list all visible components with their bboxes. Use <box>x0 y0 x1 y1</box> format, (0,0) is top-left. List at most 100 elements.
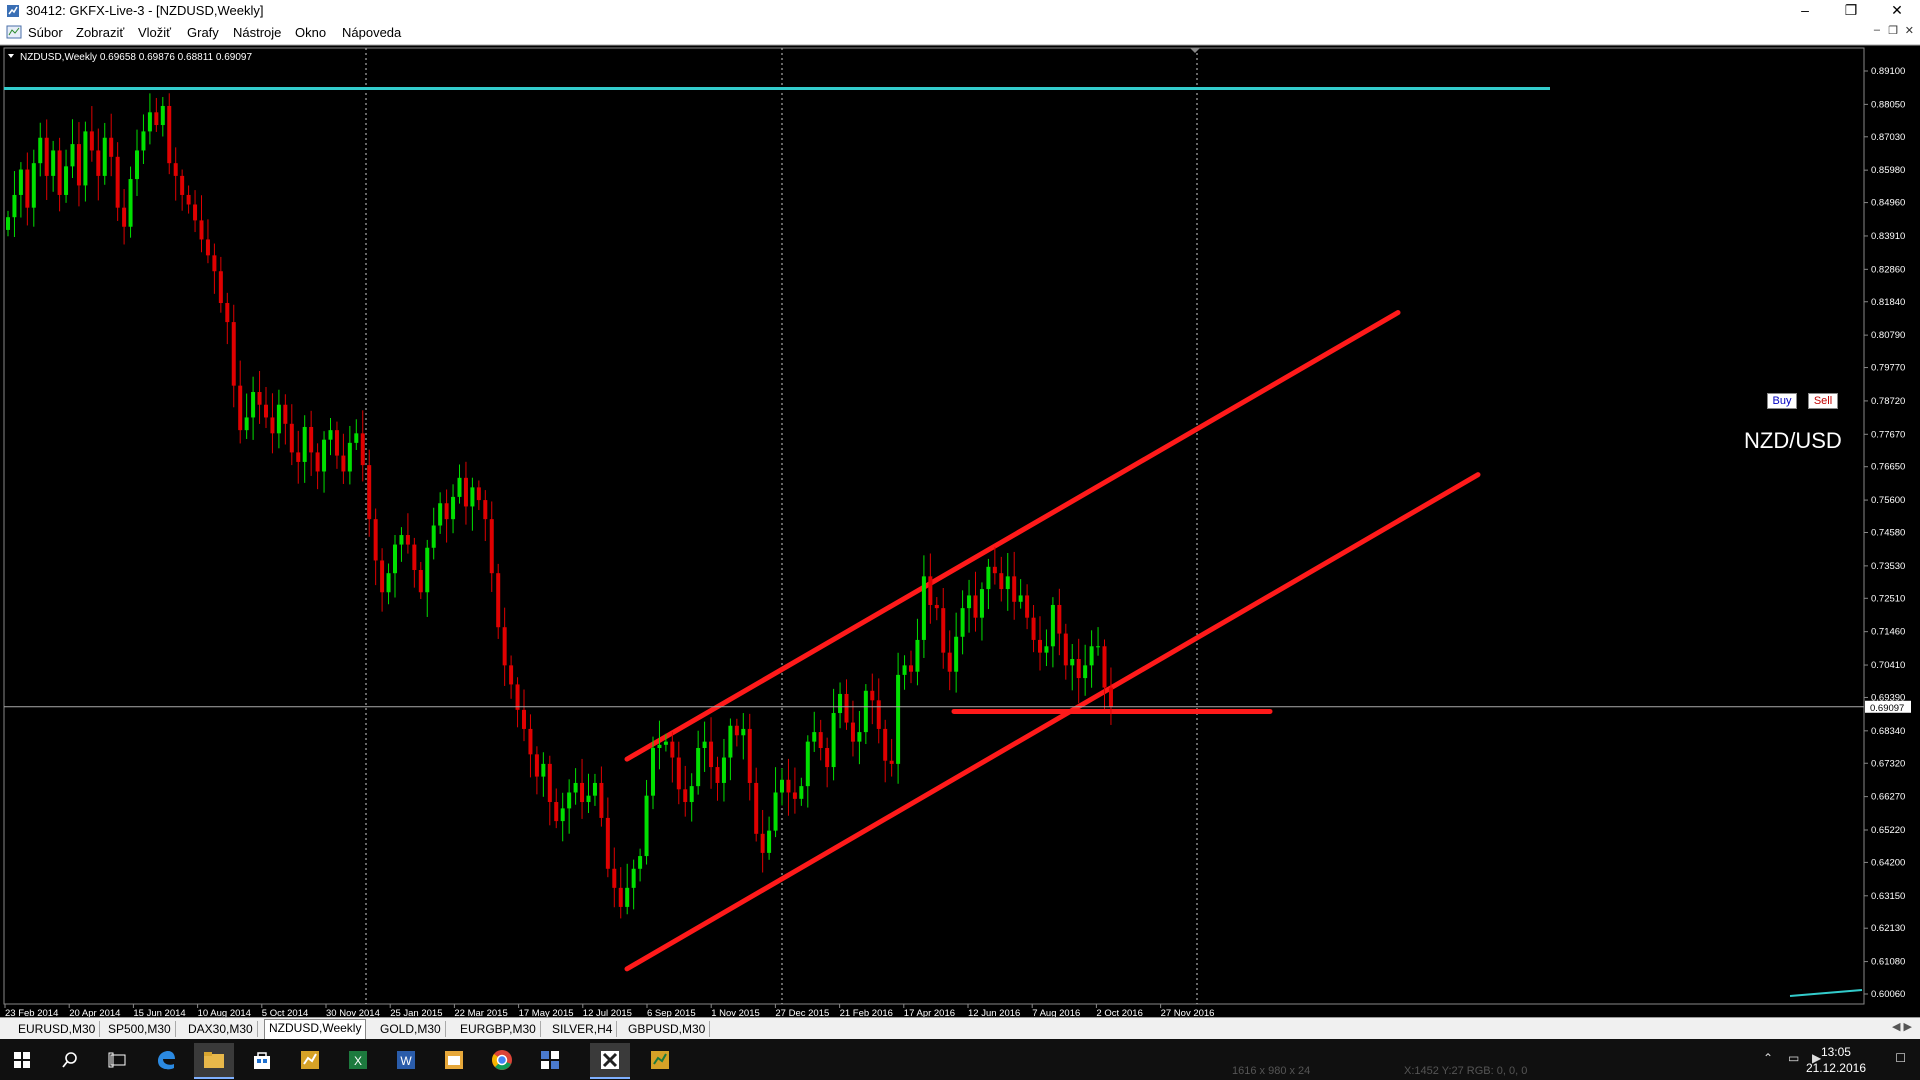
candle-body <box>721 757 726 783</box>
candle-body <box>218 271 223 304</box>
buy-button[interactable]: Buy <box>1767 393 1797 409</box>
candle-body <box>231 322 236 386</box>
tab-eurusd-m30[interactable]: EURUSD,M30 <box>14 1021 101 1037</box>
chart-header: NZDUSD,Weekly 0.69658 0.69876 0.68811 0.… <box>20 52 252 63</box>
candle-body <box>676 757 681 790</box>
candle-body <box>999 573 1004 590</box>
candle-body <box>773 792 778 831</box>
chart-shift-marker-icon <box>1190 48 1200 53</box>
candle-body <box>928 576 933 605</box>
menu-tools[interactable]: Nástroje <box>233 25 281 40</box>
tray-chevron-icon[interactable]: ⌃ <box>1763 1051 1773 1065</box>
candle-body <box>193 204 198 221</box>
candle-body <box>625 887 630 907</box>
candle-body <box>264 404 268 418</box>
price-chart[interactable]: NZDUSD,Weekly 0.69658 0.69876 0.68811 0.… <box>0 46 1920 1018</box>
close-button[interactable]: ✕ <box>1874 0 1920 22</box>
menu-view[interactable]: Zobraziť <box>76 25 124 40</box>
price-label: 0.62130 <box>1871 923 1905 934</box>
candle-body <box>154 112 159 126</box>
tab-gbpusd-m30[interactable]: GBPUSD,M30 <box>624 1021 711 1037</box>
metatrader-2-icon[interactable] <box>640 1043 680 1077</box>
trendline <box>624 310 1401 762</box>
menu-file[interactable]: Súbor <box>28 25 63 40</box>
price-label: 0.64200 <box>1871 857 1905 868</box>
candle-body <box>973 595 978 618</box>
child-minimize-button[interactable]: – <box>1874 24 1880 36</box>
excel-icon[interactable]: X <box>338 1043 378 1077</box>
menu-insert[interactable]: Vložiť <box>138 25 171 40</box>
restore-button[interactable]: ❐ <box>1828 0 1874 22</box>
candle-body <box>515 684 520 710</box>
candle-body <box>934 604 939 609</box>
candle-body <box>631 868 636 888</box>
taskbar: 1616 x 980 x 24 X:1452 Y:27 RGB: 0, 0, 0… <box>0 1039 1920 1080</box>
tab-silver-h4[interactable]: SILVER,H4 <box>548 1021 618 1037</box>
chrome-icon[interactable] <box>482 1043 522 1077</box>
candle-body <box>270 417 275 434</box>
outlook-icon[interactable] <box>434 1043 474 1077</box>
candle-body <box>909 665 913 672</box>
app-tiles-icon[interactable] <box>530 1043 570 1077</box>
tab-dax30-m30[interactable]: DAX30,M30 <box>184 1021 258 1037</box>
candle-body <box>354 433 359 443</box>
tab-eurgbp-m30[interactable]: EURGBP,M30 <box>456 1021 541 1037</box>
candle-body <box>31 163 36 208</box>
price-label: 0.77670 <box>1871 429 1905 440</box>
tab-gold-m30[interactable]: GOLD,M30 <box>376 1021 446 1037</box>
sell-button[interactable]: Sell <box>1808 393 1838 409</box>
xtrade-icon[interactable] <box>590 1043 630 1079</box>
tab-scroll-arrows[interactable]: ◀ ▶ <box>1892 1020 1912 1033</box>
candle-body <box>180 175 185 195</box>
mdi-chart-icon[interactable] <box>6 25 22 39</box>
menu-charts[interactable]: Grafy <box>187 25 219 40</box>
candle-body <box>534 754 539 777</box>
candle-body <box>76 144 81 186</box>
candle-body <box>825 747 830 768</box>
file-explorer-icon[interactable] <box>194 1043 234 1079</box>
candle-body <box>612 868 617 888</box>
store-icon[interactable] <box>242 1043 282 1077</box>
network-icon[interactable]: ▭ <box>1788 1051 1799 1065</box>
child-restore-button[interactable]: ❐ <box>1888 24 1898 37</box>
candle-body <box>902 665 907 675</box>
candle-body <box>70 144 75 167</box>
notification-icon[interactable]: ☐ <box>1895 1051 1906 1065</box>
candle-body <box>850 722 855 742</box>
candle-body <box>883 728 888 761</box>
tab-sp500-m30[interactable]: SP500,M30 <box>104 1021 176 1037</box>
minimize-button[interactable]: – <box>1782 0 1828 22</box>
tab-nzdusd-weekly[interactable]: NZDUSD,Weekly <box>264 1019 367 1039</box>
menu-help[interactable]: Nápoveda <box>342 25 401 40</box>
candle-body <box>431 525 436 548</box>
candle-body <box>728 725 733 758</box>
chart-window[interactable]: NZDUSD,Weekly 0.69658 0.69876 0.68811 0.… <box>0 45 1920 1018</box>
candle-body <box>212 255 217 272</box>
task-view-icon[interactable] <box>98 1043 138 1077</box>
edge-browser-icon[interactable] <box>146 1043 186 1077</box>
candle-body <box>418 570 423 593</box>
taskbar-clock[interactable]: 13:05 21.12.2016 <box>1806 1044 1866 1076</box>
candle-body <box>1038 639 1042 653</box>
price-label: 0.81840 <box>1871 297 1905 308</box>
candle-body <box>244 417 249 431</box>
metatrader-icon[interactable] <box>290 1043 330 1077</box>
word-icon[interactable]: W <box>386 1043 426 1077</box>
price-label: 0.73530 <box>1871 561 1905 572</box>
candle-body <box>457 477 462 497</box>
price-label: 0.78720 <box>1871 396 1905 407</box>
price-label: 0.72510 <box>1871 593 1905 604</box>
candle-body <box>386 573 391 593</box>
candle-body <box>25 169 30 208</box>
child-close-button[interactable]: ✕ <box>1905 24 1914 37</box>
candle-body <box>257 392 262 405</box>
start-windows-icon[interactable] <box>2 1043 42 1077</box>
candle-body <box>844 693 849 723</box>
candle-body <box>857 732 862 742</box>
candle-body <box>18 169 23 195</box>
candle-body <box>115 156 120 208</box>
search-icon[interactable] <box>50 1043 90 1077</box>
candle-body <box>186 194 191 205</box>
trendline <box>624 472 1481 972</box>
menu-window[interactable]: Okno <box>295 25 326 40</box>
